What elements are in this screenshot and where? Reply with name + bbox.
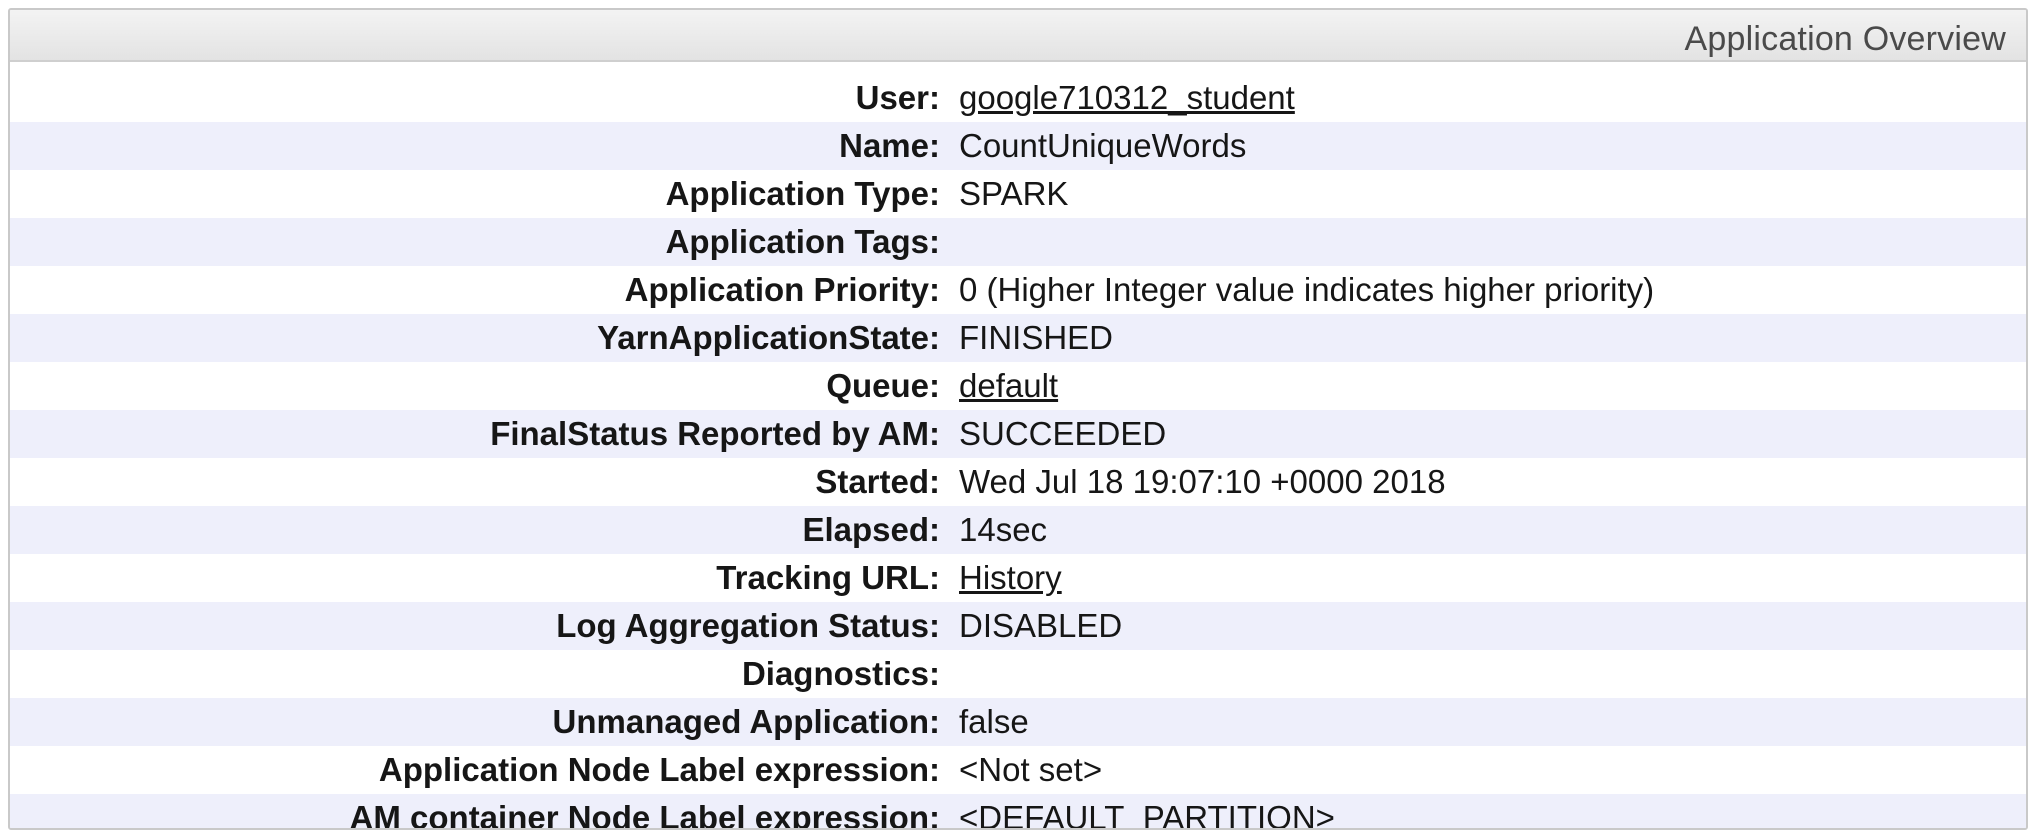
row-user: User: google710312_student [10, 74, 2026, 122]
user-label: User: [855, 79, 940, 116]
queue-link[interactable]: default [959, 367, 1058, 405]
queue-label: Queue: [826, 367, 940, 404]
yarn-application-state-label: YarnApplicationState: [597, 319, 940, 356]
panel-title: Application Overview [1684, 20, 2006, 58]
row-name: Name: CountUniqueWords [10, 122, 2026, 170]
row-log-aggregation-status: Log Aggregation Status: DISABLED [10, 602, 2026, 650]
final-status-value: SUCCEEDED [959, 415, 1167, 452]
row-started: Started: Wed Jul 18 19:07:10 +0000 2018 [10, 458, 2026, 506]
log-aggregation-status-value: DISABLED [959, 607, 1123, 644]
unmanaged-application-value: false [959, 703, 1029, 740]
cutoff-text-fragment [60, 0, 80, 6]
row-application-node-label-expression: Application Node Label expression: <Not … [10, 746, 2026, 794]
name-label: Name: [839, 127, 940, 164]
tracking-url-label: Tracking URL: [716, 559, 940, 596]
row-final-status: FinalStatus Reported by AM: SUCCEEDED [10, 410, 2026, 458]
row-application-priority: Application Priority: 0 (Higher Integer … [10, 266, 2026, 314]
panel-header: Application Overview [10, 10, 2026, 62]
user-link[interactable]: google710312_student [959, 79, 1295, 117]
application-type-value: SPARK [959, 175, 1069, 212]
row-queue: Queue: default [10, 362, 2026, 410]
elapsed-label: Elapsed: [802, 511, 940, 548]
am-container-node-label-expression-label: AM container Node Label expression: [349, 799, 940, 830]
row-application-tags: Application Tags: [10, 218, 2026, 266]
overview-table: User: google710312_student Name: CountUn… [10, 74, 2026, 830]
row-diagnostics: Diagnostics: [10, 650, 2026, 698]
diagnostics-label: Diagnostics: [741, 655, 940, 692]
application-overview-panel: Application Overview User: google710312_… [8, 8, 2028, 830]
row-am-container-node-label-expression: AM container Node Label expression: <DEF… [10, 794, 2026, 830]
started-value: Wed Jul 18 19:07:10 +0000 2018 [959, 463, 1446, 500]
row-application-type: Application Type: SPARK [10, 170, 2026, 218]
application-tags-label: Application Tags: [665, 223, 940, 260]
application-type-label: Application Type: [665, 175, 940, 212]
unmanaged-application-label: Unmanaged Application: [552, 703, 940, 740]
application-priority-value: 0 (Higher Integer value indicates higher… [959, 271, 1655, 308]
row-elapsed: Elapsed: 14sec [10, 506, 2026, 554]
name-value: CountUniqueWords [959, 127, 1247, 164]
elapsed-value: 14sec [959, 511, 1048, 548]
final-status-label: FinalStatus Reported by AM: [490, 415, 940, 452]
yarn-application-state-value: FINISHED [959, 319, 1114, 356]
row-yarn-application-state: YarnApplicationState: FINISHED [10, 314, 2026, 362]
am-container-node-label-expression-value: <DEFAULT_PARTITION> [959, 799, 1335, 830]
application-priority-label: Application Priority: [624, 271, 940, 308]
started-label: Started: [815, 463, 940, 500]
row-tracking-url: Tracking URL: History [10, 554, 2026, 602]
application-node-label-expression-value: <Not set> [959, 751, 1103, 788]
tracking-url-link[interactable]: History [959, 559, 1062, 597]
application-node-label-expression-label: Application Node Label expression: [378, 751, 940, 788]
log-aggregation-status-label: Log Aggregation Status: [556, 607, 940, 644]
row-unmanaged-application: Unmanaged Application: false [10, 698, 2026, 746]
